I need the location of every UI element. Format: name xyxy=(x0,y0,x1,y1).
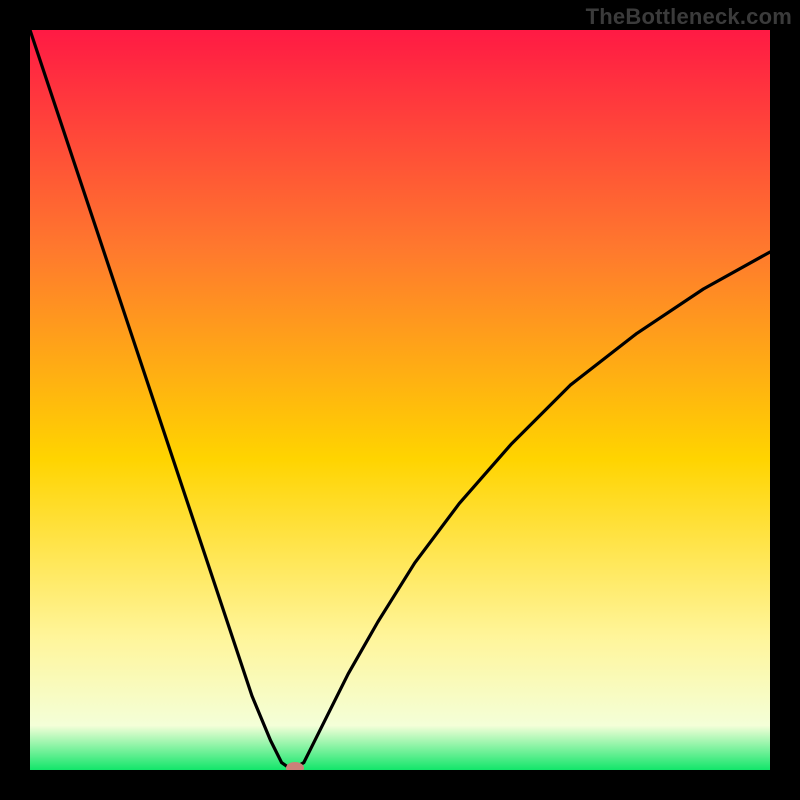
chart-frame: TheBottleneck.com xyxy=(0,0,800,800)
watermark-text: TheBottleneck.com xyxy=(586,4,792,30)
plot-area xyxy=(30,30,770,770)
curve-line xyxy=(30,30,770,770)
marker-dot xyxy=(286,762,304,770)
